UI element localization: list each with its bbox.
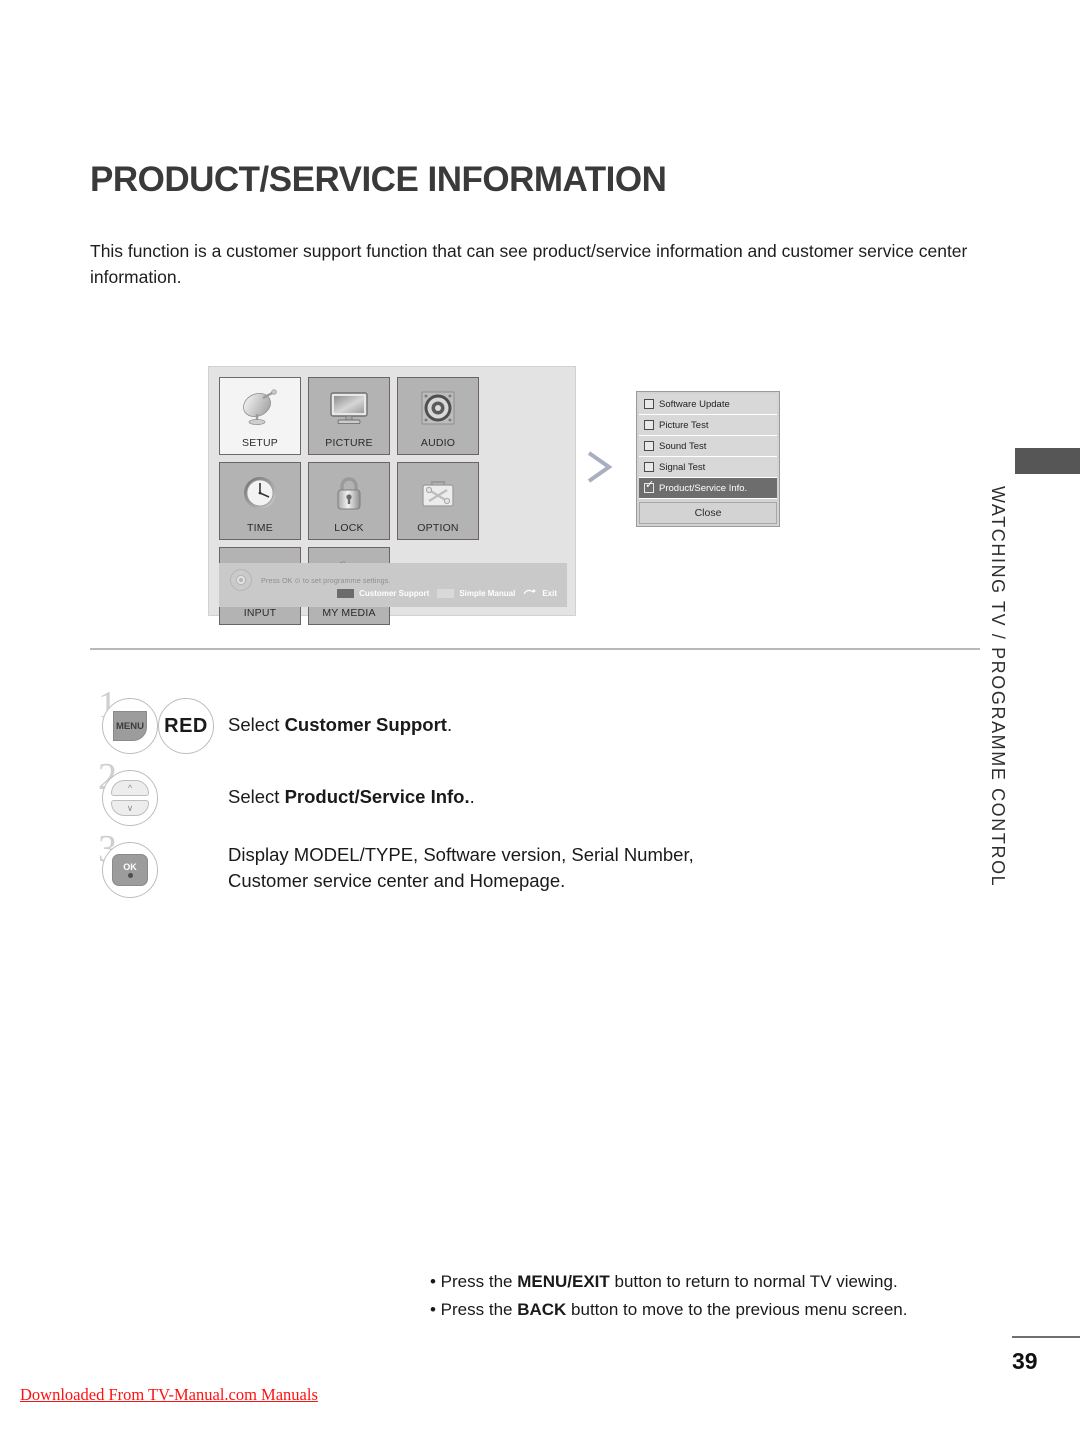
submenu-item-label: Sound Test xyxy=(659,440,707,452)
menu-key-glyph: MENU xyxy=(113,711,147,741)
osd-key-exit[interactable]: Exit xyxy=(523,584,557,602)
red-button-icon[interactable]: RED xyxy=(158,698,214,754)
osd-tile-label: SETUP xyxy=(241,437,278,449)
side-tab-marker xyxy=(1015,448,1080,474)
osd-key-label: Customer Support xyxy=(359,588,430,598)
note-bold: BACK xyxy=(517,1300,567,1319)
osd-tile-label: LOCK xyxy=(334,522,364,534)
watermark-link[interactable]: Downloaded From TV-Manual.com Manuals xyxy=(20,1385,318,1405)
osd-help-bar: Press OK ⊙ to set programme settings. Cu… xyxy=(219,563,567,607)
ok-key-dot xyxy=(127,873,133,878)
clock-icon xyxy=(220,463,300,522)
osd-tile-label: AUDIO xyxy=(420,437,456,449)
step-3-line-1: Display MODEL/TYPE, Software version, Se… xyxy=(228,844,694,865)
osd-key-label: Simple Manual xyxy=(459,588,516,598)
step-2: 2 ^ ∨ Select Product/Service Info.. xyxy=(96,758,716,826)
step-3-line-2: Customer service center and Homepage. xyxy=(228,870,566,891)
satellite-dish-icon xyxy=(220,378,300,437)
step-1-bold: Customer Support xyxy=(284,714,447,735)
submenu-item-product-service-info[interactable]: ✓ Product/Service Info. xyxy=(639,478,777,499)
navigation-wheel-icon xyxy=(227,568,255,592)
submenu-item-sound-test[interactable]: Sound Test xyxy=(639,436,777,457)
note-suffix: button to return to normal TV viewing. xyxy=(609,1272,898,1291)
checkbox-icon xyxy=(644,420,654,430)
note-suffix: button to move to the previous menu scre… xyxy=(566,1300,908,1319)
channel-updown-button-icon[interactable]: ^ ∨ xyxy=(102,770,158,826)
submenu-close-button[interactable]: Close xyxy=(639,502,777,524)
channel-down-button[interactable]: ∨ xyxy=(111,800,149,816)
submenu-item-label: Picture Test xyxy=(659,419,709,431)
osd-tile-label: OPTION xyxy=(417,522,459,534)
side-chapter-label: WATCHING TV / PROGRAMME CONTROL xyxy=(988,486,1008,888)
osd-tile-label: PICTURE xyxy=(325,437,373,449)
customer-support-submenu: Software Update Picture Test Sound Test … xyxy=(636,391,780,527)
submenu-item-label: Software Update xyxy=(659,398,730,410)
ok-key-glyph: OK xyxy=(112,854,148,886)
exit-icon xyxy=(523,584,537,602)
submenu-item-software-update[interactable]: Software Update xyxy=(639,394,777,415)
page-title: PRODUCT/SERVICE INFORMATION xyxy=(90,160,667,199)
step-1-suffix: . xyxy=(446,714,453,735)
osd-key-row: Customer Support Simple Manual Exit xyxy=(337,584,557,602)
osd-tile-label: TIME xyxy=(247,522,273,534)
checkbox-icon xyxy=(644,462,654,472)
checkbox-icon xyxy=(644,441,654,451)
ok-key-label: OK xyxy=(123,862,137,872)
step-2-prefix: Select xyxy=(228,786,285,807)
step-2-suffix: . xyxy=(469,786,475,807)
submenu-item-label: Signal Test xyxy=(659,461,706,473)
step-1-text: Select Customer Support. xyxy=(228,712,452,738)
step-1: 1 MENU RED Select Customer Support. xyxy=(96,686,716,754)
checkbox-icon xyxy=(644,399,654,409)
red-key-swatch xyxy=(337,588,355,598)
osd-key-simple-manual[interactable]: Simple Manual xyxy=(437,588,516,598)
page-number: 39 xyxy=(1012,1348,1038,1374)
step-3: 3 OK Display MODEL/TYPE, Software versio… xyxy=(96,830,716,912)
note-menu-exit: • Press the MENU/EXIT button to return t… xyxy=(430,1268,950,1296)
osd-tile-picture[interactable]: PICTURE xyxy=(308,377,390,455)
page-number-rule xyxy=(1012,1336,1080,1338)
osd-tile-label: INPUT xyxy=(243,607,277,619)
note-bold: MENU/EXIT xyxy=(517,1272,610,1291)
menu-button-icon[interactable]: MENU xyxy=(102,698,158,754)
note-prefix: • Press the xyxy=(430,1300,518,1319)
tv-osd-main-menu: SETUP PICTURE AUDIO TIME LOCK OPTION INP… xyxy=(208,366,576,625)
osd-key-customer-support[interactable]: Customer Support xyxy=(337,588,430,598)
bottom-notes: • Press the MENU/EXIT button to return t… xyxy=(430,1268,950,1324)
channel-up-button[interactable]: ^ xyxy=(111,780,149,796)
channel-buttons: ^ ∨ xyxy=(111,780,149,816)
intro-paragraph: This function is a customer support func… xyxy=(90,241,968,287)
osd-tile-audio[interactable]: AUDIO xyxy=(397,377,479,455)
section-divider xyxy=(90,648,980,650)
osd-tile-option[interactable]: OPTION xyxy=(397,462,479,540)
osd-tile-setup[interactable]: SETUP xyxy=(219,377,301,455)
note-back: • Press the BACK button to move to the p… xyxy=(430,1296,950,1324)
grey-key-swatch xyxy=(437,588,455,598)
monitor-icon xyxy=(309,378,389,437)
checkbox-checked-icon: ✓ xyxy=(644,479,655,493)
ok-button-icon[interactable]: OK xyxy=(102,842,158,898)
red-key-glyph: RED xyxy=(164,714,208,737)
osd-key-label: Exit xyxy=(542,588,557,598)
osd-tile-time[interactable]: TIME xyxy=(219,462,301,540)
toolbox-icon xyxy=(398,463,478,522)
submenu-item-picture-test[interactable]: Picture Test xyxy=(639,415,777,436)
speaker-icon xyxy=(398,378,478,437)
step-2-text: Select Product/Service Info.. xyxy=(228,784,475,810)
osd-tile-label: MY MEDIA xyxy=(322,607,376,619)
step-2-bold: Product/Service Info. xyxy=(284,786,470,807)
padlock-icon xyxy=(309,463,389,522)
osd-tile-lock[interactable]: LOCK xyxy=(308,462,390,540)
step-1-prefix: Select xyxy=(228,714,285,735)
note-prefix: • Press the xyxy=(430,1272,518,1291)
submenu-item-label: Product/Service Info. xyxy=(659,482,748,494)
chevron-right-icon xyxy=(583,447,617,487)
submenu-item-signal-test[interactable]: Signal Test xyxy=(639,457,777,478)
